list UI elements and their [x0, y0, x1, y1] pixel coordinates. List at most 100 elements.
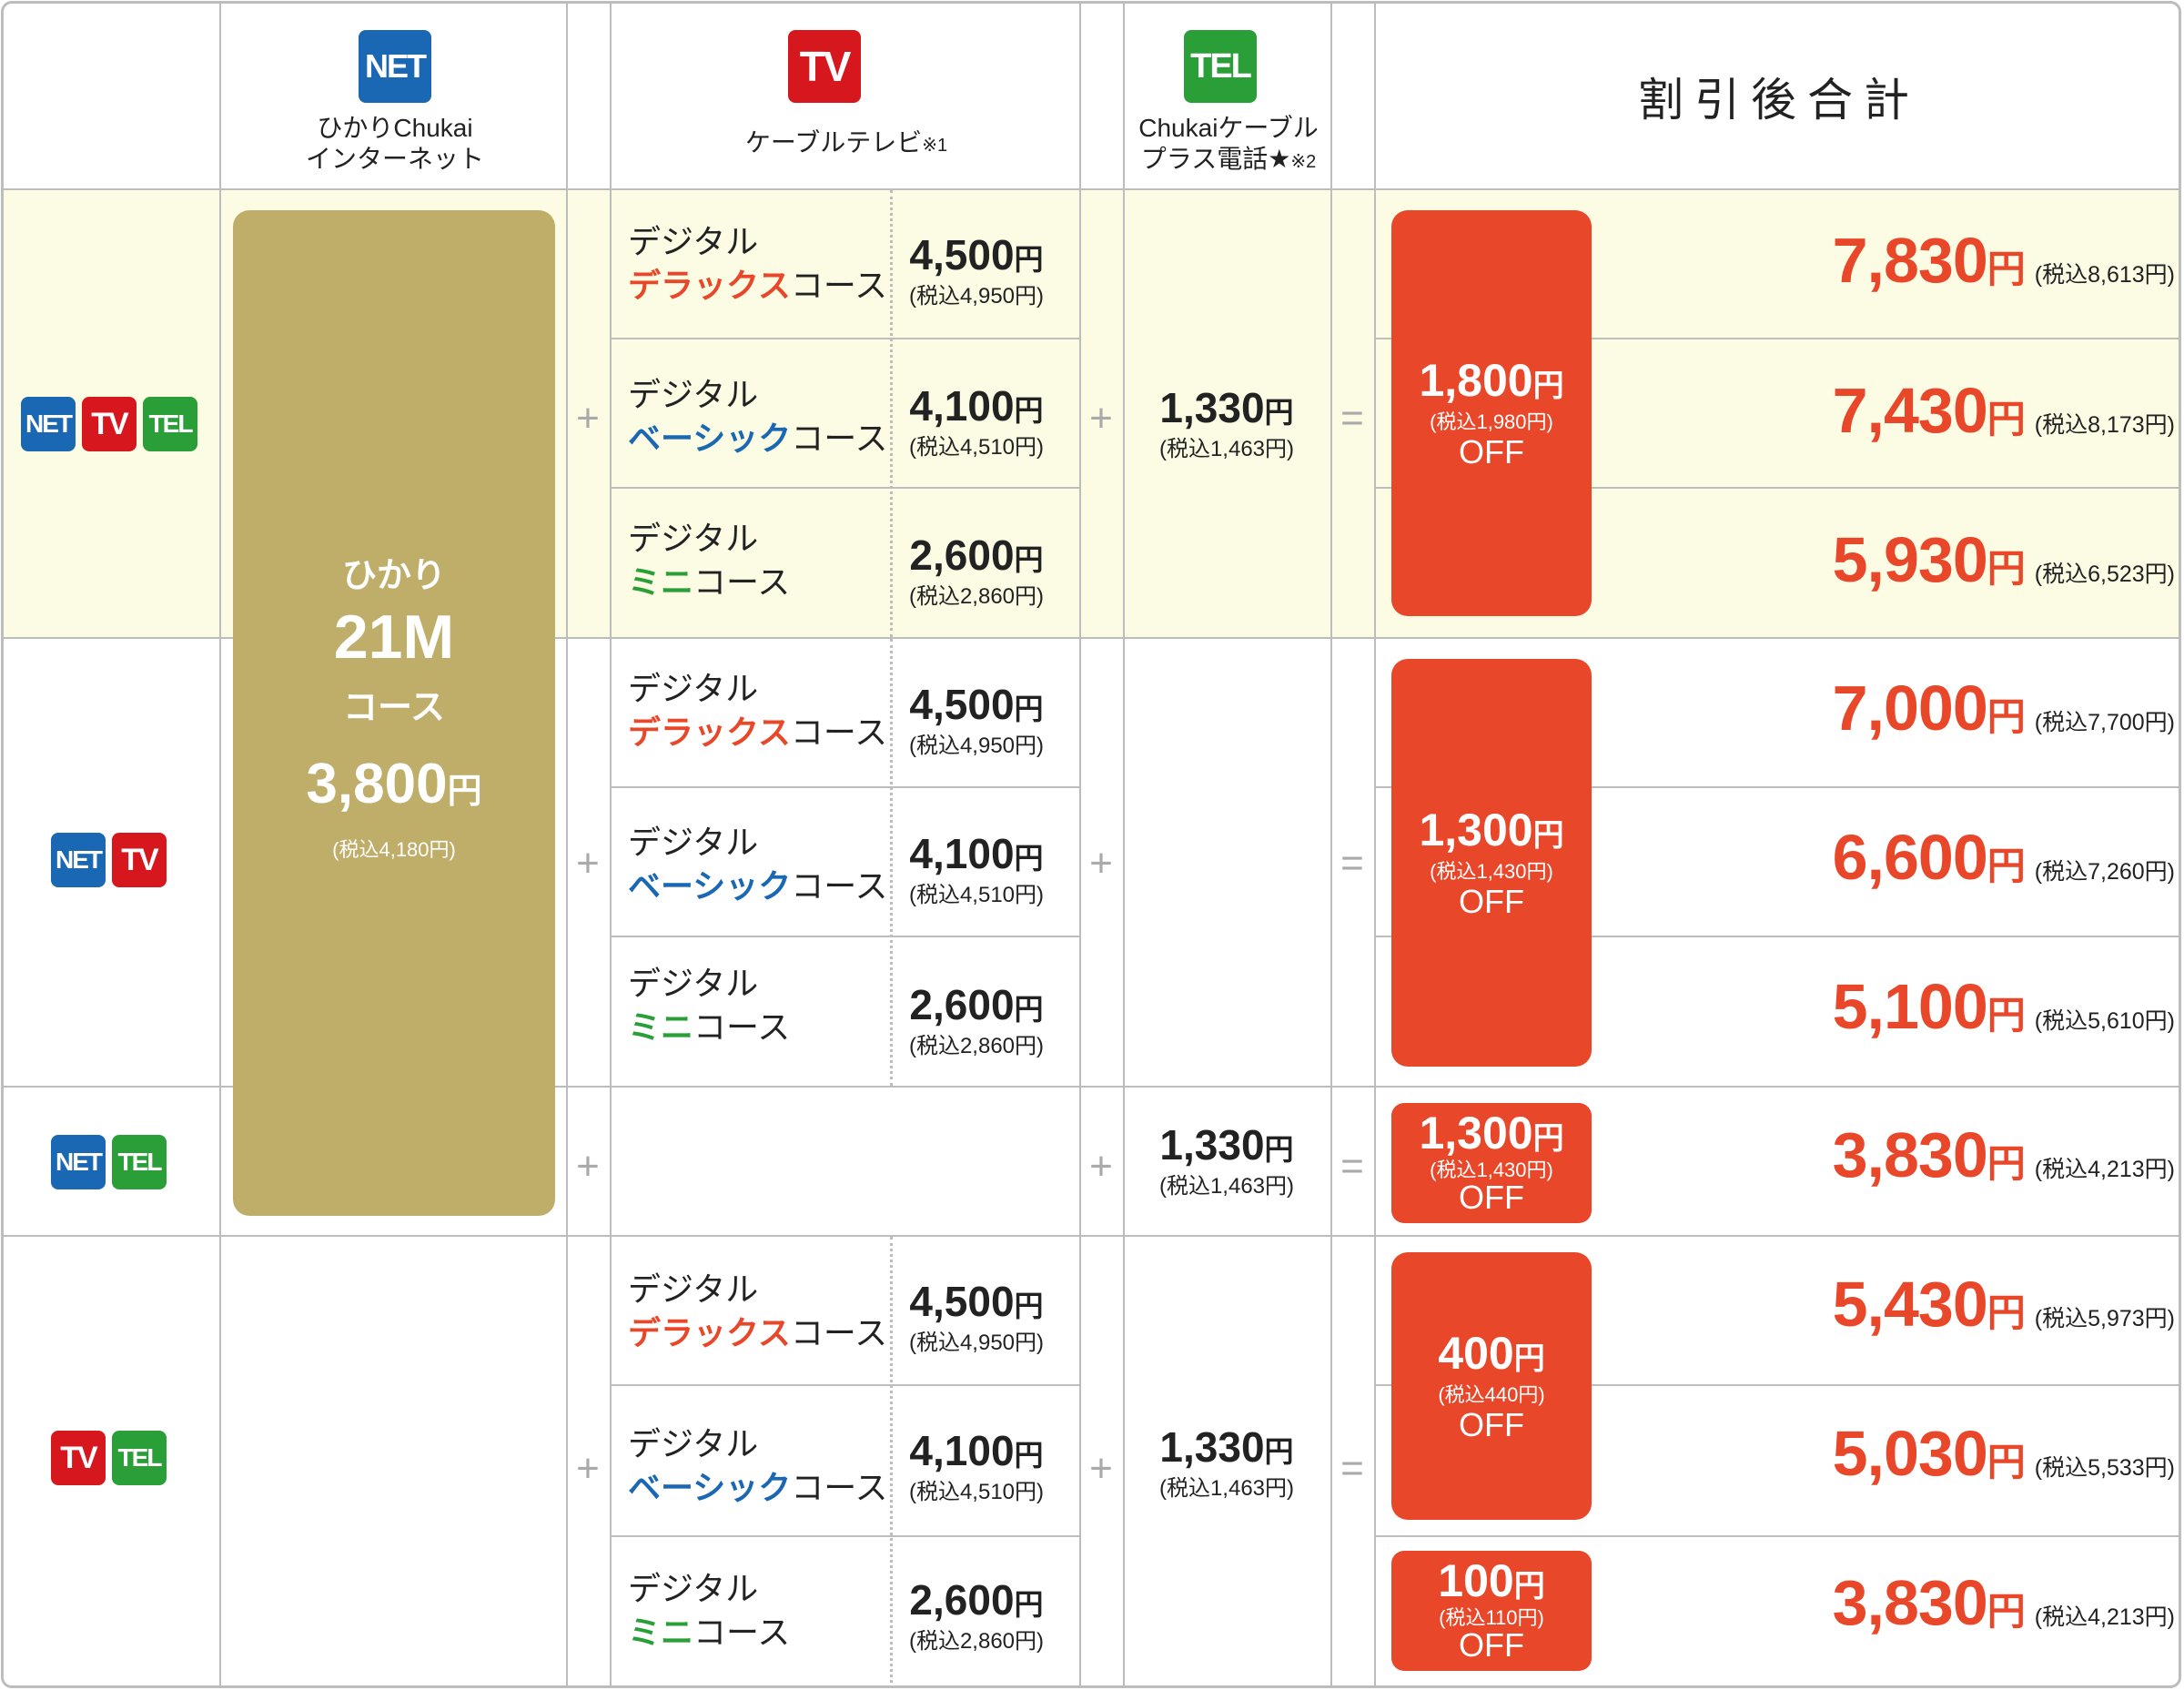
- price-tax: (税込4,950円): [908, 284, 1045, 309]
- price-tax: (税込4,950円): [908, 734, 1045, 758]
- discount-tax: (税込440円): [1438, 1383, 1545, 1406]
- price-value: 1,330: [1159, 1121, 1265, 1169]
- equals-sign: =: [1340, 1144, 1364, 1189]
- discount-unit: 円: [1513, 1569, 1545, 1604]
- course-name: ミニ: [628, 1008, 694, 1046]
- discount-amount: 1,300: [1419, 1108, 1533, 1159]
- price-value: 4,100: [909, 1427, 1015, 1474]
- price-tax: (税込4,510円): [908, 435, 1045, 460]
- total-unit: 円: [1987, 1142, 2026, 1185]
- tv-course-price: 2,600円 (税込2,860円): [885, 981, 1067, 1060]
- course-suffix: コース: [693, 1008, 791, 1046]
- tv-course-deluxe: デジタル デラックスコース: [628, 667, 887, 754]
- course-prefix: デジタル: [628, 965, 759, 1002]
- price-unit: 円: [1264, 1435, 1294, 1468]
- course-name: ミニ: [628, 563, 694, 601]
- total-value: 7,000: [1832, 673, 1988, 744]
- discount-unit: 円: [1513, 1341, 1545, 1376]
- total-price: 7,000円 (税込7,700円): [1547, 672, 2175, 744]
- equals-sign: =: [1340, 1446, 1364, 1491]
- price-value: 2,600: [909, 531, 1015, 579]
- discount-label: OFF: [1459, 1406, 1524, 1443]
- total-price: 3,830円 (税込4,213円): [1547, 1118, 2175, 1191]
- tv-course-price: 4,100円 (税込4,510円): [885, 830, 1067, 909]
- header-net-line2: インターネット: [305, 145, 484, 173]
- tv-course-price: 2,600円 (税込2,860円): [885, 1576, 1067, 1655]
- plan-line1: ひかり: [341, 557, 446, 595]
- discount-tax: (税込1,980円): [1430, 410, 1553, 433]
- course-prefix: デジタル: [628, 520, 759, 557]
- total-tax: (税込6,523円): [2034, 562, 2175, 587]
- header-tv-text: ケーブルテレビ: [744, 128, 923, 157]
- tv-course-basic: デジタル ベーシックコース: [628, 373, 887, 460]
- total-value: 7,830: [1832, 225, 1988, 296]
- total-price: 6,600円 (税込7,260円): [1547, 821, 2175, 894]
- header-tel-note: ※2: [1290, 152, 1317, 172]
- header-tel-label: Chukaiケーブル プラス電話★※2: [1127, 113, 1330, 177]
- total-price: 5,430円 (税込5,973円): [1547, 1268, 2175, 1341]
- price-unit: 円: [1014, 1588, 1044, 1621]
- tel-icon: TEL: [112, 1135, 167, 1189]
- total-tax: (税込8,173円): [2034, 412, 2175, 438]
- price-tax: (税込1,463円): [1158, 437, 1295, 461]
- plan-tax: (税込4,180円): [332, 838, 456, 861]
- total-unit: 円: [1987, 1441, 2026, 1483]
- plan-price-value: 3,800: [306, 753, 448, 815]
- total-unit: 円: [1987, 1291, 2026, 1334]
- header-tv-label: ケーブルテレビ※1: [613, 127, 1079, 161]
- discount-amount: 400: [1438, 1328, 1514, 1379]
- total-price: 7,830円 (税込8,613円): [1547, 224, 2175, 297]
- tel-icon: TEL: [1184, 30, 1257, 103]
- equals-sign: =: [1340, 841, 1364, 885]
- total-tax: (税込4,213円): [2034, 1157, 2175, 1182]
- price-unit: 円: [1014, 243, 1044, 276]
- course-name: ミニ: [628, 1614, 694, 1651]
- plus-sign: +: [576, 1446, 600, 1491]
- price-unit: 円: [1264, 1133, 1294, 1166]
- total-price: 5,930円 (税込6,523円): [1547, 523, 2175, 596]
- tv-icon: TV: [82, 397, 136, 451]
- equals-sign: =: [1340, 396, 1364, 440]
- price-tax: (税込1,463円): [1158, 1476, 1295, 1501]
- net-icon: NET: [51, 1135, 106, 1189]
- plan-price-unit: 円: [447, 773, 482, 811]
- price-tax: (税込4,510円): [908, 883, 1045, 907]
- price-value: 4,100: [909, 382, 1015, 430]
- tv-course-mini: デジタル ミニコース: [628, 517, 790, 604]
- discount-label: OFF: [1459, 883, 1524, 920]
- discount-label: OFF: [1459, 433, 1524, 471]
- price-table: NET ひかりChukai インターネット TV ケーブルテレビ※1 TEL C…: [0, 0, 2184, 1690]
- plus-sign: +: [1089, 396, 1113, 440]
- price-tax: (税込2,860円): [908, 1629, 1045, 1654]
- course-suffix: コース: [790, 713, 888, 751]
- tel-icon: TEL: [143, 397, 197, 451]
- total-unit: 円: [1987, 248, 2026, 290]
- total-value: 5,430: [1832, 1269, 1988, 1340]
- tel-price: 1,330円 (税込1,463円): [1136, 1121, 1318, 1200]
- tv-course-mini: デジタル ミニコース: [628, 962, 790, 1049]
- course-suffix: コース: [790, 267, 888, 304]
- total-tax: (税込7,700円): [2034, 710, 2175, 735]
- tv-course-deluxe: デジタル デラックスコース: [628, 220, 887, 308]
- discount-label: OFF: [1459, 1626, 1524, 1664]
- net-icon: NET: [51, 833, 106, 887]
- total-value: 5,100: [1832, 971, 1988, 1042]
- course-name: デラックス: [628, 713, 791, 751]
- plus-sign: +: [576, 396, 600, 440]
- price-tax: (税込4,510円): [908, 1480, 1045, 1504]
- discount-amount: 1,300: [1419, 805, 1533, 855]
- tel-icon: TEL: [112, 1431, 167, 1485]
- tv-course-price: 2,600円 (税込2,860円): [885, 531, 1067, 611]
- course-prefix: デジタル: [628, 824, 759, 861]
- tv-course-price: 4,500円 (税込4,950円): [885, 231, 1067, 310]
- price-unit: 円: [1014, 394, 1044, 427]
- plan-price: 3,800円: [233, 752, 555, 816]
- course-suffix: コース: [790, 1314, 888, 1351]
- net-icon: NET: [21, 397, 76, 451]
- course-name: ベーシック: [628, 420, 792, 457]
- price-value: 4,100: [909, 830, 1015, 877]
- tv-course-price: 4,500円 (税込4,950円): [885, 681, 1067, 760]
- course-name: ベーシック: [628, 1469, 792, 1506]
- course-prefix: デジタル: [628, 1570, 759, 1607]
- price-value: 2,600: [909, 981, 1015, 1028]
